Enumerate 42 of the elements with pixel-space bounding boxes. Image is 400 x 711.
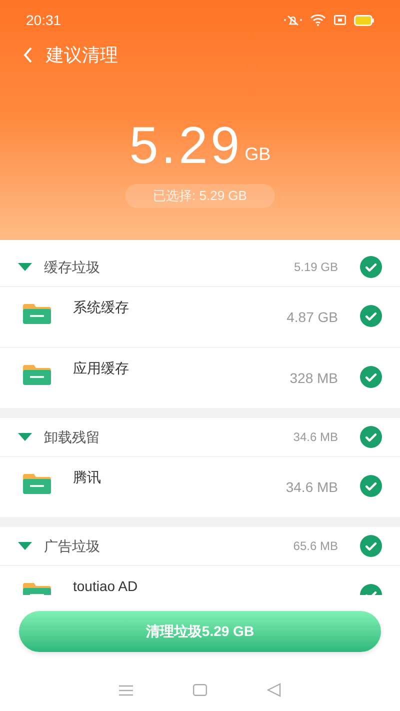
check-icon[interactable]	[360, 475, 382, 497]
total-size-unit: GB	[244, 143, 271, 166]
category-row[interactable]: 缓存垃圾 5.19 GB	[0, 248, 400, 287]
page-title: 建议清理	[46, 44, 118, 66]
item-name: 应用缓存	[73, 359, 130, 378]
folder-icon	[23, 365, 51, 385]
item-name: 腾讯	[73, 468, 102, 487]
item-size: 4.87 GB	[286, 308, 338, 327]
status-time: 20:31	[26, 10, 62, 30]
expanded-triangle-icon[interactable]	[18, 262, 32, 272]
expanded-triangle-icon[interactable]	[18, 541, 32, 551]
folder-icon	[23, 304, 51, 324]
selected-size-chip: 已选择: 5.29 GB	[125, 184, 275, 208]
back-icon[interactable]	[22, 46, 34, 64]
check-icon[interactable]	[360, 426, 382, 448]
category-row[interactable]: 广告垃圾 65.6 MB	[0, 527, 400, 566]
item-size: 328 MB	[290, 369, 338, 388]
category-size: 5.19 GB	[294, 259, 338, 276]
screen-icon	[334, 15, 346, 25]
item-size: 34.6 MB	[286, 478, 338, 497]
category-row[interactable]: 卸载残留 34.6 MB	[0, 418, 400, 457]
home-square-icon[interactable]	[193, 684, 207, 696]
category-size: 34.6 MB	[293, 429, 338, 446]
muted-bell-icon	[284, 14, 302, 26]
check-icon[interactable]	[360, 256, 382, 278]
category-size: 65.6 MB	[293, 538, 338, 555]
total-size-value: 5.29	[129, 118, 243, 174]
expanded-triangle-icon[interactable]	[18, 432, 32, 442]
back-triangle-icon[interactable]	[267, 683, 281, 697]
folder-icon	[23, 474, 51, 494]
item-name: 系统缓存	[73, 298, 130, 317]
check-icon[interactable]	[360, 305, 382, 327]
check-icon[interactable]	[360, 366, 382, 388]
category-name: 缓存垃圾	[44, 258, 101, 276]
check-icon[interactable]	[360, 535, 382, 557]
menu-icon[interactable]	[119, 684, 133, 696]
category-name: 广告垃圾	[44, 536, 101, 556]
junk-item-row[interactable]: 系统缓存 4.87 GB	[0, 287, 400, 348]
category-name: 卸载残留	[44, 428, 101, 446]
battery-icon	[354, 14, 374, 26]
item-name: toutiao AD	[73, 577, 139, 595]
wifi-icon	[310, 14, 326, 26]
